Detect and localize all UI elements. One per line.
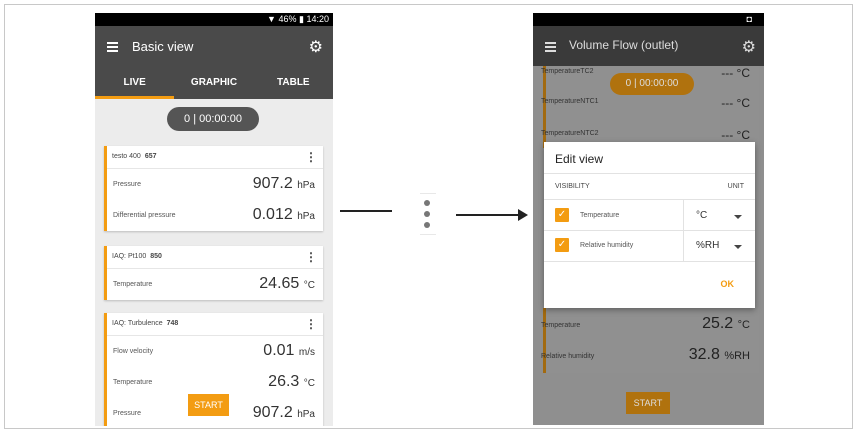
more-options-icon[interactable]: ⋮ <box>305 146 317 168</box>
temperature-unit-select[interactable]: °C <box>696 210 707 221</box>
timer-display: 0 | 00:00:00 <box>610 73 694 95</box>
arrow-line <box>456 214 520 216</box>
measurement-unit: %RH <box>724 350 750 362</box>
measurement-value: 26.3 <box>268 373 300 390</box>
measurement-label: Temperature <box>541 322 581 329</box>
wifi-icon: ▼ <box>267 14 276 24</box>
device-serial: 850 <box>150 253 162 260</box>
page-title: Volume Flow (outlet) <box>569 38 679 52</box>
measurement-row: Temperature 24.65 °C <box>107 269 323 300</box>
left-phone-screen: ▼ 46% ▮ 14:20 Basic view ⚙ LIVE GRAPHIC … <box>95 13 333 426</box>
measurement-row: Pressure 907.2 hPa <box>107 169 323 200</box>
dialog-title: Edit view <box>555 152 604 166</box>
tab-live[interactable]: LIVE <box>95 69 175 99</box>
measurement-unit: °C <box>303 280 315 291</box>
card-header: testo 400 657 ⋮ <box>107 146 323 169</box>
measurement-row: Differential pressure 0.012 hPa <box>107 200 323 231</box>
more-options-icon[interactable]: ⋮ <box>305 313 317 335</box>
card-header: IAQ: Pt100 850 ⋮ <box>107 246 323 269</box>
device-name: testo 400 <box>112 153 141 160</box>
measurement-value: 0.012 <box>252 206 293 223</box>
measurement-label: TemperatureNTC1 <box>541 98 599 105</box>
measurement-unit: m/s <box>298 347 315 358</box>
gear-icon[interactable]: ⚙ <box>742 37 756 57</box>
tab-table[interactable]: TABLE <box>254 69 333 99</box>
measurement-label: Differential pressure <box>113 212 176 219</box>
measurement-value: 24.65 <box>259 275 300 292</box>
relative-humidity-unit-select[interactable]: %RH <box>696 240 719 251</box>
measurement-value: --- °C <box>721 66 750 80</box>
start-button[interactable]: START <box>188 394 229 416</box>
right-phone-screen: ◘ Volume Flow (outlet) ⚙ TemperatureTC2 … <box>533 13 764 425</box>
battery-icon: ▮ <box>299 14 304 24</box>
device-name: IAQ: Pt100 <box>112 253 147 260</box>
measurement-value: --- °C <box>721 128 750 142</box>
ok-button[interactable]: OK <box>721 279 735 289</box>
device-card-testo400: testo 400 657 ⋮ Pressure 907.2 hPa Differ… <box>104 146 323 231</box>
more-options-icon[interactable]: ⋮ <box>305 246 317 268</box>
battery-level: 46% <box>278 14 297 24</box>
tab-graphic[interactable]: GRAPHIC <box>174 69 253 99</box>
measurement-value: 907.2 <box>252 404 293 421</box>
measurement-label: TemperatureNTC2 <box>541 130 599 137</box>
chevron-down-icon[interactable] <box>734 215 742 219</box>
timer-display: 0 | 00:00:00 <box>167 107 259 131</box>
chevron-down-icon[interactable] <box>734 245 742 249</box>
measurement-label: Temperature <box>113 281 153 288</box>
visibility-item-label: Relative humidity <box>580 242 634 249</box>
tab-bar: LIVE GRAPHIC TABLE <box>95 69 333 99</box>
measurement-unit: hPa <box>297 409 315 420</box>
status-bar: ◘ <box>533 13 764 26</box>
card-header: IAQ: Turbulence 748 ⋮ <box>107 313 323 336</box>
measurement-label: Flow velocity <box>113 348 154 355</box>
start-button[interactable]: START <box>626 392 670 414</box>
relative-humidity-checkbox[interactable]: ✓ <box>555 238 569 252</box>
edit-view-dialog: Edit view VISIBILITY UNIT ✓ Temperature … <box>544 142 755 308</box>
temperature-checkbox[interactable]: ✓ <box>555 208 569 222</box>
measurement-value: --- °C <box>721 96 750 110</box>
measurement-unit: hPa <box>297 211 315 222</box>
hamburger-menu-icon[interactable] <box>107 42 118 52</box>
device-serial: 748 <box>166 320 179 327</box>
measurement-label: Temperature <box>113 379 153 386</box>
device-card-iaq-pt100: IAQ: Pt100 850 ⋮ Temperature 24.65 °C <box>104 246 323 300</box>
measurement-unit: hPa <box>297 180 315 191</box>
visibility-item-label: Temperature <box>580 212 620 219</box>
page-title: Basic view <box>132 39 194 54</box>
device-serial: 657 <box>144 153 157 160</box>
gear-icon[interactable]: ⚙ <box>309 37 323 57</box>
measurement-value: 907.2 <box>252 175 293 192</box>
app-bar: Volume Flow (outlet) ⚙ <box>533 26 764 66</box>
clock: 14:20 <box>306 14 329 24</box>
measurement-label: Relative humidity <box>541 353 595 360</box>
measurement-value: 25.2 <box>702 315 734 332</box>
measurement-value: 32.8 <box>688 346 720 363</box>
visibility-column-header: VISIBILITY <box>555 183 590 190</box>
measurement-label: TemperatureTC2 <box>541 68 594 75</box>
status-bar: ▼ 46% ▮ 14:20 <box>95 13 333 26</box>
measurement-label: Pressure <box>113 410 142 417</box>
arrow-right-icon <box>518 209 528 221</box>
measurement-unit: °C <box>303 378 315 389</box>
connector-line <box>340 210 392 212</box>
hamburger-menu-icon[interactable] <box>545 42 556 52</box>
more-options-icon <box>420 193 436 235</box>
measurement-unit: °C <box>737 319 750 331</box>
unit-column-header: UNIT <box>727 183 744 190</box>
measurement-row: Flow velocity 0.01 m/s <box>107 336 323 367</box>
app-bar: Basic view ⚙ <box>95 26 333 69</box>
measurement-label: Pressure <box>113 181 142 188</box>
vibrate-icon: ◘ <box>746 14 752 24</box>
measurement-value: 0.01 <box>263 342 295 359</box>
device-name: IAQ: Turbulence <box>112 320 163 327</box>
